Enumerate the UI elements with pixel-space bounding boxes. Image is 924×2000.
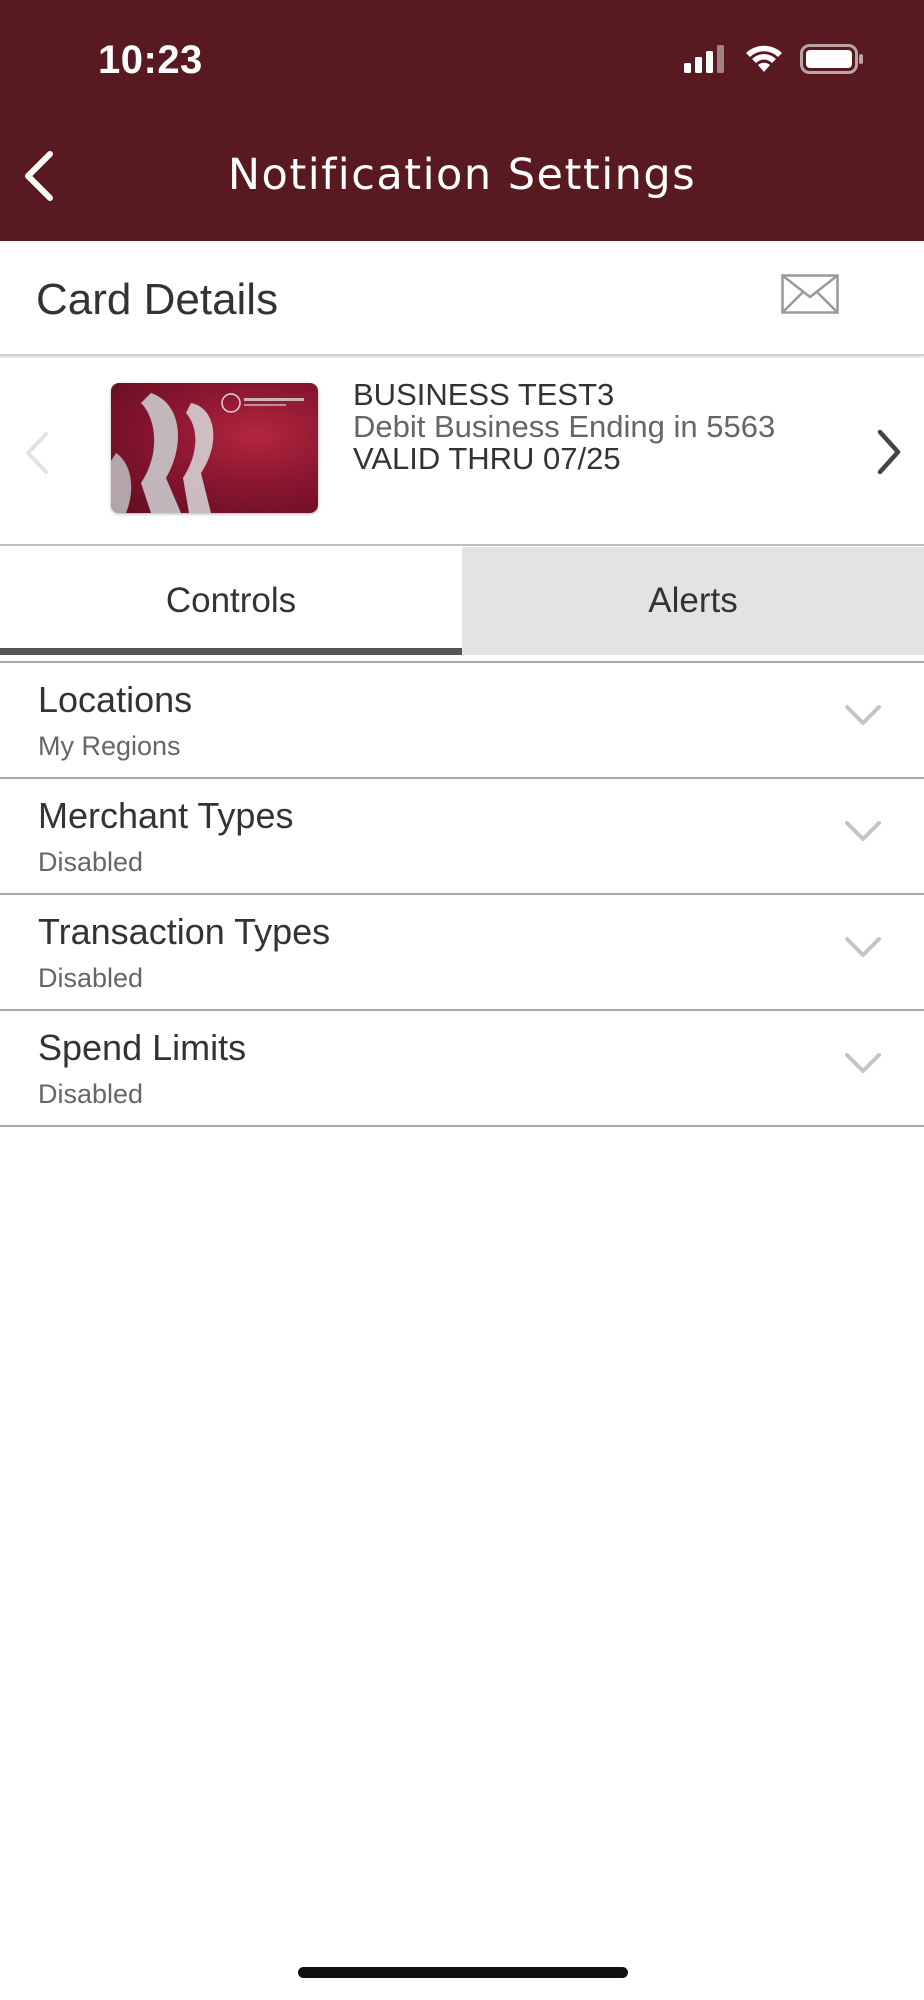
chevron-down-icon[interactable] xyxy=(843,819,883,843)
card-description: Debit Business Ending in 5563 xyxy=(353,409,776,444)
page-title: Notification Settings xyxy=(227,150,697,200)
control-title: Locations xyxy=(38,679,193,720)
wifi-icon xyxy=(746,45,782,72)
status-icons xyxy=(684,44,864,74)
signal-icon xyxy=(684,45,724,73)
control-title: Spend Limits xyxy=(38,1027,247,1068)
card-details-title: Card Details xyxy=(36,275,279,324)
chevron-down-icon[interactable] xyxy=(843,703,883,727)
tab-alerts[interactable]: Alerts xyxy=(462,547,924,655)
control-status: Disabled xyxy=(38,847,144,877)
next-card-button[interactable] xyxy=(870,426,906,478)
card-info: BUSINESS TEST3 Debit Business Ending in … xyxy=(353,379,793,475)
chevron-down-icon[interactable] xyxy=(843,935,883,959)
chevron-down-icon[interactable] xyxy=(843,1051,883,1075)
tab-bar: Controls Alerts xyxy=(0,547,924,655)
card-carousel: BUSINESS TEST3 Debit Business Ending in … xyxy=(0,358,924,546)
card-logo-graphic xyxy=(111,393,304,513)
app-header: 10:23 Notification Settings xyxy=(0,0,924,241)
card-image[interactable] xyxy=(111,383,318,513)
control-title: Merchant Types xyxy=(38,795,294,836)
control-status: Disabled xyxy=(38,1079,144,1109)
status-time: 10:23 xyxy=(98,38,203,82)
tab-controls[interactable]: Controls xyxy=(0,547,462,655)
card-name: BUSINESS TEST3 xyxy=(353,377,615,412)
control-item-transaction-types[interactable]: Transaction Types Disabled xyxy=(0,895,924,1011)
control-status: My Regions xyxy=(38,731,181,761)
card-valid-thru: VALID THRU 07/25 xyxy=(353,441,621,476)
previous-card-button[interactable] xyxy=(18,428,54,478)
card-details-bar: Card Details xyxy=(0,241,924,356)
control-item-spend-limits[interactable]: Spend Limits Disabled xyxy=(0,1011,924,1127)
control-status: Disabled xyxy=(38,963,144,993)
control-title: Transaction Types xyxy=(38,911,331,952)
home-indicator[interactable] xyxy=(298,1967,628,1978)
battery-icon xyxy=(800,44,863,74)
control-item-locations[interactable]: Locations My Regions xyxy=(0,663,924,779)
envelope-icon[interactable] xyxy=(781,274,839,314)
control-item-merchant-types[interactable]: Merchant Types Disabled xyxy=(0,779,924,895)
controls-list: Locations My Regions Merchant Types Disa… xyxy=(0,663,924,1127)
